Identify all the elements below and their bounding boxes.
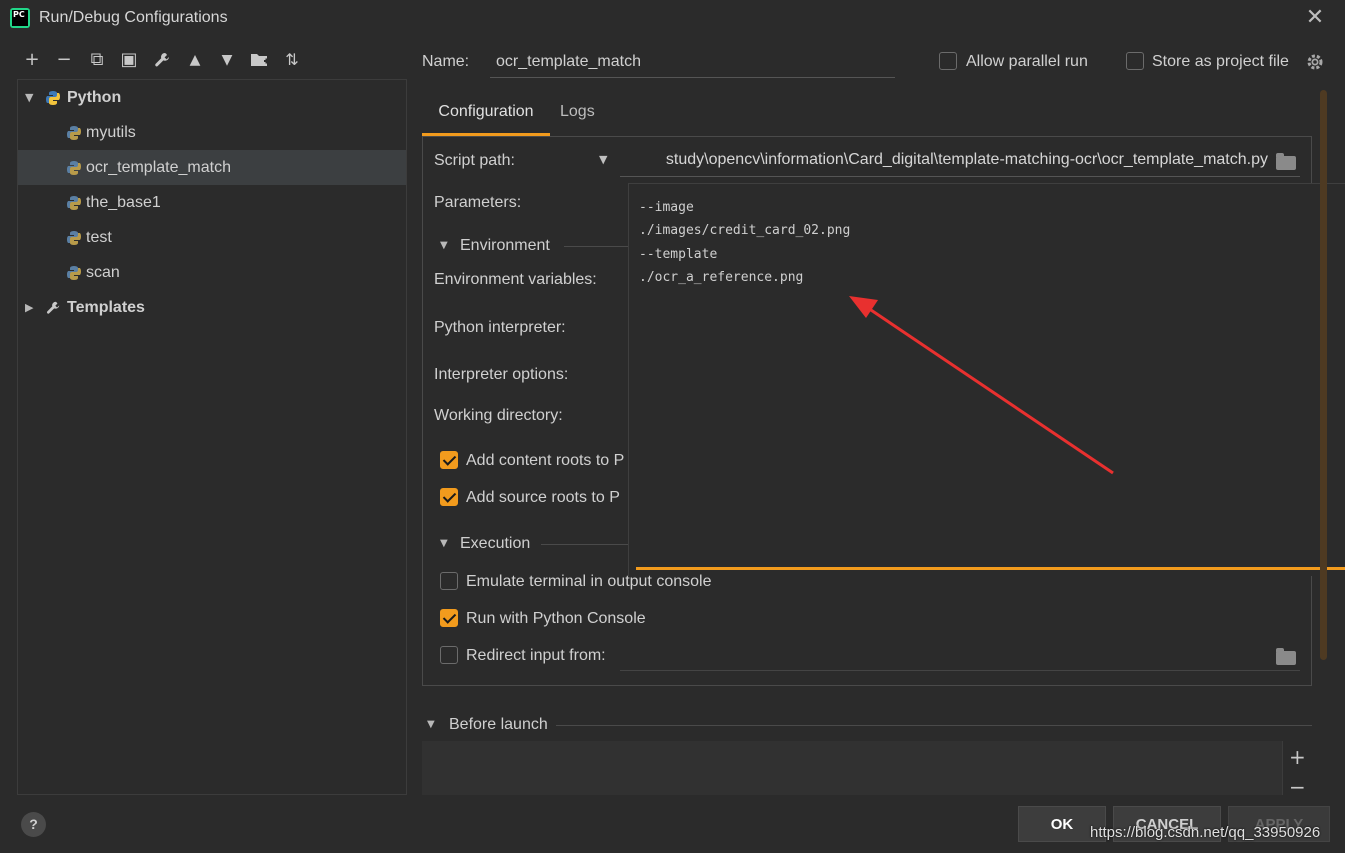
add-content-roots-checkbox[interactable]: [440, 451, 458, 469]
parameter-line: --image: [639, 200, 694, 215]
tree-item-label: ocr_template_match: [86, 159, 231, 176]
python-icon: [46, 91, 60, 105]
collapse-arrow-icon: ▶: [25, 301, 34, 314]
redirect-input-label: Redirect input from:: [466, 647, 606, 664]
gear-icon[interactable]: [1305, 52, 1325, 72]
add-source-roots-checkbox[interactable]: [440, 488, 458, 506]
new-folder-icon: [251, 54, 269, 66]
browse-folder-icon[interactable]: [1276, 153, 1296, 170]
help-button[interactable]: ?: [21, 812, 46, 837]
plus-icon: +: [24, 49, 40, 70]
redirect-input-field[interactable]: [620, 670, 1300, 671]
script-path-label: Script path:: [434, 152, 515, 169]
store-as-project-file-checkbox[interactable]: [1126, 52, 1144, 70]
save-configuration-button[interactable]: ▣: [117, 48, 141, 72]
before-launch-toolbar: + −: [1282, 741, 1312, 799]
before-launch-collapse-icon[interactable]: ▼: [427, 719, 435, 730]
python-file-icon: [67, 266, 81, 280]
before-launch-divider: [556, 725, 1312, 726]
before-launch-header: Before launch: [449, 716, 548, 733]
window-title: Run/Debug Configurations: [39, 9, 228, 26]
allow-parallel-run-checkbox[interactable]: [939, 52, 957, 70]
tree-item-the-base1[interactable]: the_base1: [18, 185, 406, 220]
script-path-field[interactable]: study\opencv\information\Card_digital\te…: [620, 143, 1300, 177]
environment-collapse-icon[interactable]: ▼: [440, 240, 448, 251]
script-type-dropdown-icon[interactable]: ▼: [599, 153, 607, 166]
edit-defaults-button[interactable]: [150, 48, 174, 72]
wrench-icon: [155, 53, 169, 67]
tab-configuration[interactable]: Configuration: [422, 96, 550, 136]
name-field[interactable]: ocr_template_match: [490, 45, 895, 78]
arrow-down-icon: ▼: [221, 52, 233, 68]
minus-icon: −: [56, 49, 72, 70]
before-launch-list[interactable]: [422, 741, 1282, 795]
pycharm-logo-icon: PC: [10, 8, 30, 28]
tree-item-label: myutils: [86, 124, 136, 141]
environment-variables-label: Environment variables:: [434, 271, 597, 288]
script-path-value: study\opencv\information\Card_digital\te…: [665, 151, 1268, 168]
add-content-roots-label: Add content roots to P: [466, 452, 625, 469]
execution-divider: [541, 544, 630, 545]
scrollbar-thumb[interactable]: [1320, 90, 1327, 660]
environment-divider: [564, 246, 630, 247]
add-task-button[interactable]: +: [1289, 745, 1306, 769]
expand-arrow-icon: ▼: [25, 91, 34, 104]
copy-icon: ⧉: [90, 49, 104, 70]
redirect-input-checkbox[interactable]: [440, 646, 458, 664]
parameters-label: Parameters:: [434, 194, 522, 211]
working-directory-label: Working directory:: [434, 407, 563, 424]
execution-collapse-icon[interactable]: ▼: [440, 538, 448, 549]
python-file-icon: [67, 231, 81, 245]
store-as-project-file-label: Store as project file: [1152, 53, 1289, 70]
name-label: Name:: [422, 53, 470, 70]
tree-group-label: Python: [67, 89, 122, 106]
tab-logs[interactable]: Logs: [560, 96, 604, 136]
tree-group-python[interactable]: ▼ Python: [18, 80, 406, 115]
save-icon: ▣: [120, 49, 138, 70]
add-configuration-button[interactable]: +: [20, 48, 44, 72]
arrow-up-icon: ▲: [189, 52, 201, 68]
tree-item-label: the_base1: [86, 194, 161, 211]
configuration-tree: ▼ Python myutils ocr_template_match the_…: [17, 79, 407, 795]
wrench-icon: [46, 301, 60, 314]
run-with-python-console-label: Run with Python Console: [466, 610, 646, 627]
parameters-editor-popup[interactable]: --image ./images/credit_card_02.png --te…: [628, 183, 1345, 576]
python-file-icon: [67, 196, 81, 210]
python-file-icon: [67, 126, 81, 140]
tree-item-label: scan: [86, 264, 120, 281]
tree-group-templates[interactable]: ▶ Templates: [18, 290, 406, 325]
scrollbar[interactable]: [1320, 90, 1328, 660]
browse-folder-icon[interactable]: [1276, 648, 1296, 665]
remove-configuration-button[interactable]: −: [52, 48, 76, 72]
tree-item-scan[interactable]: scan: [18, 255, 406, 290]
parameter-line: ./images/credit_card_02.png: [639, 223, 851, 238]
copy-configuration-button[interactable]: ⧉: [85, 48, 109, 72]
add-source-roots-label: Add source roots to P: [466, 489, 620, 506]
popup-focus-underline: [636, 567, 1345, 570]
python-interpreter-label: Python interpreter:: [434, 319, 566, 336]
move-up-button[interactable]: ▲: [183, 48, 207, 72]
interpreter-options-label: Interpreter options:: [434, 366, 569, 383]
close-button[interactable]: ✕: [1302, 5, 1328, 31]
new-folder-button[interactable]: [248, 48, 272, 72]
move-down-button[interactable]: ▼: [215, 48, 239, 72]
environment-header: Environment: [460, 237, 550, 254]
tree-item-myutils[interactable]: myutils: [18, 115, 406, 150]
run-with-python-console-checkbox[interactable]: [440, 609, 458, 627]
emulate-terminal-label: Emulate terminal in output console: [466, 573, 712, 590]
python-file-icon: [67, 161, 81, 175]
parameter-line: ./ocr_a_reference.png: [639, 270, 804, 285]
tree-item-test[interactable]: test: [18, 220, 406, 255]
sort-button[interactable]: ⇅: [280, 48, 304, 72]
tree-item-ocr-template-match[interactable]: ocr_template_match: [18, 150, 406, 185]
sort-icon: ⇅: [285, 50, 299, 69]
watermark: https://blog.csdn.net/qq_33950926: [1090, 824, 1321, 841]
tree-item-label: test: [86, 229, 112, 246]
allow-parallel-run-label: Allow parallel run: [966, 53, 1088, 70]
execution-header: Execution: [460, 535, 531, 552]
parameter-line: --template: [639, 247, 718, 262]
tree-group-label: Templates: [67, 299, 145, 316]
remove-task-button[interactable]: −: [1289, 775, 1306, 799]
emulate-terminal-checkbox[interactable]: [440, 572, 458, 590]
